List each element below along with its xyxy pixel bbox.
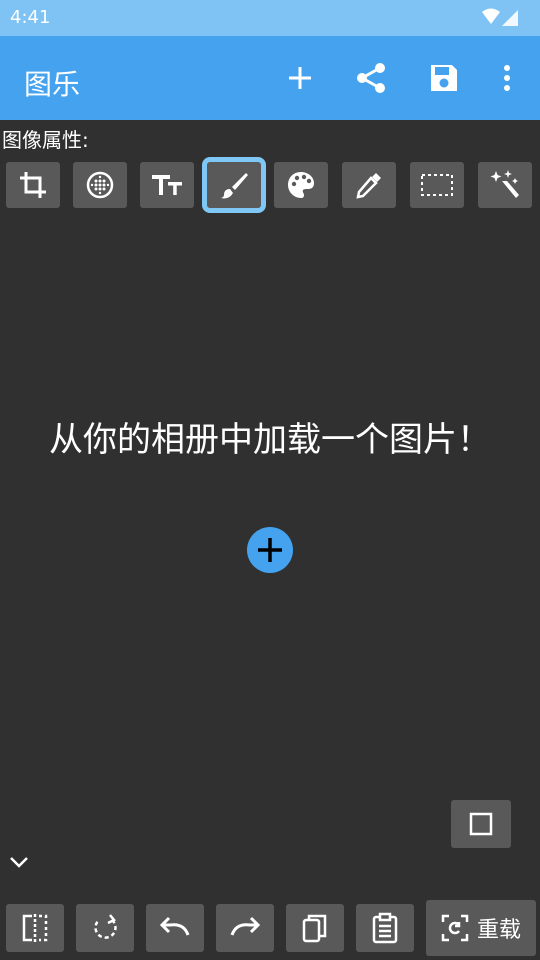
select-rect-icon (421, 174, 453, 196)
copy-icon (302, 914, 327, 943)
magic-wand-icon (490, 170, 519, 198)
redo-button[interactable] (216, 904, 274, 952)
status-time: 4:41 (10, 7, 51, 28)
reload-label: 重载 (476, 918, 521, 943)
more-vert-icon (504, 65, 510, 91)
app-title: 图乐 (24, 68, 81, 101)
status-icons (480, 8, 520, 28)
square-toggle-button[interactable] (451, 800, 511, 848)
plus-icon (258, 538, 282, 562)
flip-button[interactable] (6, 904, 64, 952)
text-size-icon (152, 175, 182, 195)
save-button[interactable] (420, 56, 468, 100)
add-image-button[interactable] (247, 527, 293, 573)
add-icon (289, 67, 311, 89)
square-icon (469, 812, 493, 836)
select-tool-button[interactable] (410, 162, 464, 208)
share-icon (357, 63, 385, 93)
signal-icon (502, 10, 518, 26)
save-icon (431, 65, 457, 91)
crop-icon (20, 172, 46, 198)
share-button[interactable] (348, 56, 396, 100)
eyedropper-tool-button[interactable] (342, 162, 396, 208)
rotate-button[interactable] (76, 904, 134, 952)
reload-frame-icon (441, 914, 469, 942)
text-tool-button[interactable] (140, 162, 194, 208)
paste-button[interactable] (356, 904, 414, 952)
clipboard-icon (372, 912, 398, 944)
more-options-button[interactable] (483, 56, 531, 100)
empty-canvas-message: 从你的相册中加载一个图片！ (49, 420, 491, 460)
palette-icon (288, 172, 314, 198)
crop-tool-button[interactable] (6, 162, 60, 208)
add-button[interactable] (276, 56, 324, 100)
copy-button[interactable] (286, 904, 344, 952)
color-tool-button[interactable] (274, 162, 328, 208)
status-bar: 4:41 (0, 0, 540, 36)
dotted-circle-icon (86, 171, 114, 199)
blur-tool-button[interactable] (73, 162, 127, 208)
chevron-down-icon (10, 857, 28, 868)
redo-icon (230, 916, 261, 936)
app-bar: 图乐 (0, 36, 540, 120)
wifi-icon (482, 8, 500, 24)
brush-icon (221, 173, 248, 199)
collapse-button[interactable] (6, 850, 32, 874)
eyedropper-icon (356, 173, 381, 199)
image-properties-label: 图像属性: (2, 128, 89, 152)
undo-icon (159, 916, 190, 936)
brush-tool-button[interactable] (202, 157, 266, 213)
magic-wand-tool-button[interactable] (478, 162, 532, 208)
undo-button[interactable] (146, 904, 204, 952)
reload-button[interactable]: 重载 (426, 900, 536, 956)
rotate-icon (94, 914, 117, 939)
flip-icon (22, 914, 48, 942)
